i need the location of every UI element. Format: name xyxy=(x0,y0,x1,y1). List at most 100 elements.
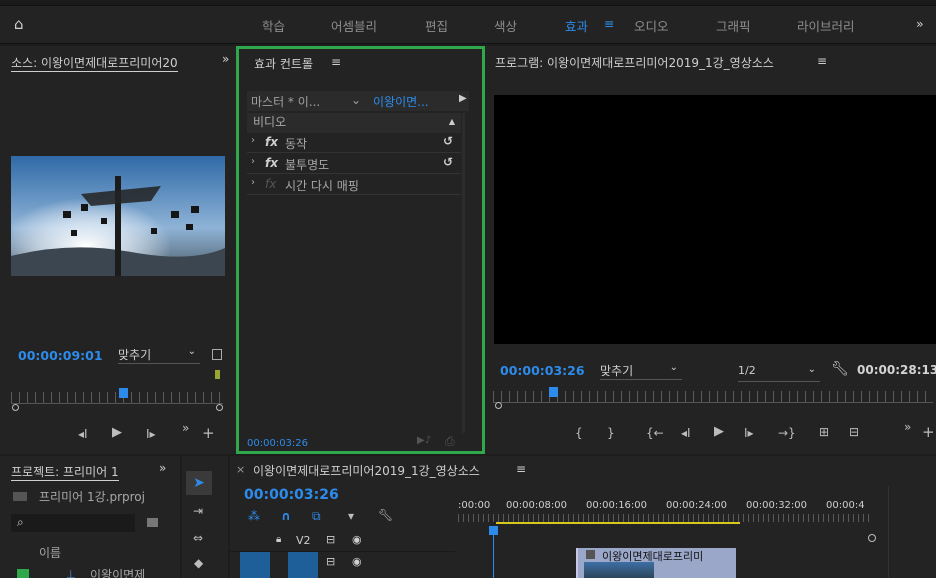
tab-effects[interactable]: 효과 xyxy=(565,16,588,35)
effect-row[interactable]: › fx 동작 ↺ xyxy=(247,133,461,153)
new-bin-icon[interactable] xyxy=(147,518,158,527)
section-video: 비디오 ▲ xyxy=(247,113,461,133)
source-zoom-handle-right[interactable] xyxy=(216,404,223,411)
step-forward-icon[interactable]: I▸ xyxy=(744,427,754,439)
step-back-icon[interactable]: ◂I xyxy=(681,427,691,439)
extract-icon[interactable]: ⊟ xyxy=(849,426,859,438)
project-item-name[interactable]: 이왕이면제 xyxy=(90,566,145,578)
program-title[interactable]: 프로그램: 이왕이면제대로프리미어2019_1강_영상소스 xyxy=(495,54,774,71)
more-controls-icon[interactable]: » xyxy=(182,422,189,434)
sync-lock-icon[interactable]: ⊟ xyxy=(326,555,335,568)
play-audio-icon[interactable]: ▶♪ xyxy=(417,436,431,446)
tab-libraries[interactable]: 라이브러리 xyxy=(797,16,855,35)
effect-controls-scrollbar[interactable] xyxy=(462,113,465,433)
add-button-icon[interactable]: + xyxy=(202,426,215,441)
collapse-up-icon[interactable]: ▲ xyxy=(449,117,455,126)
workspace-menu-icon[interactable]: ≡ xyxy=(604,16,614,31)
section-video-label: 비디오 xyxy=(253,115,287,129)
effect-controls-timecode[interactable]: 00:00:03:26 xyxy=(247,438,308,449)
timeline-zoom-handle[interactable] xyxy=(868,534,876,542)
mark-in-icon[interactable]: { xyxy=(575,427,583,439)
source-zoom-handle-left[interactable] xyxy=(12,404,19,411)
lock-icon[interactable]: 🔒︎ xyxy=(276,534,281,545)
source-timecode[interactable]: 00:00:09:01 xyxy=(18,348,103,363)
project-title[interactable]: 프로젝트: 프리미어 1 xyxy=(11,463,119,481)
tab-assembly[interactable]: 어셈블리 xyxy=(331,16,377,35)
timeline-scrollbar-track[interactable] xyxy=(888,486,936,578)
program-zoom-handle[interactable] xyxy=(495,402,502,409)
name-column-header[interactable]: 이름 xyxy=(39,544,61,561)
work-area-bar[interactable] xyxy=(496,522,740,524)
project-more-icon[interactable]: » xyxy=(159,461,166,475)
lift-icon[interactable]: ⊞ xyxy=(819,426,829,438)
add-marker-icon[interactable]: ▾ xyxy=(348,510,354,522)
tab-color[interactable]: 색상 xyxy=(494,16,517,35)
source-fit-select[interactable]: 맞추기 ⌄ xyxy=(118,346,200,364)
razor-tool-icon[interactable]: ◆ xyxy=(194,557,203,569)
export-icon[interactable]: ⎙ xyxy=(445,435,455,447)
ripple-edit-tool-icon[interactable]: ⇔ xyxy=(193,532,203,544)
program-quality-select[interactable]: 1/2 ⌄ xyxy=(738,364,820,382)
master-clip-label[interactable]: 마스터 * 이... xyxy=(251,93,320,113)
sequence-clip-label[interactable]: 이왕이면... xyxy=(373,93,429,113)
tab-edit[interactable]: 편집 xyxy=(425,16,448,35)
chevron-right-icon[interactable]: › xyxy=(251,156,255,167)
wrench-icon[interactable]: 🔧︎ xyxy=(378,509,393,521)
effect-row[interactable]: › fx 시간 다시 매핑 xyxy=(247,175,461,195)
more-workspaces-icon[interactable]: » xyxy=(916,16,924,31)
track-source-v1[interactable] xyxy=(288,552,318,578)
eye-icon[interactable]: ◉ xyxy=(352,555,362,568)
chevron-down-icon: ⌄ xyxy=(187,346,196,357)
chevron-down-icon[interactable]: ⌄ xyxy=(351,93,361,113)
chevron-right-icon[interactable]: › xyxy=(251,135,255,146)
timeline-title[interactable]: 이왕이면제대로프리미어2019_1강_영상소스 xyxy=(253,462,480,479)
reset-icon[interactable]: ↺ xyxy=(443,134,453,148)
play-icon[interactable]: ▶ xyxy=(714,425,724,438)
mark-out-icon[interactable]: } xyxy=(607,427,615,439)
go-to-in-icon[interactable]: {← xyxy=(646,427,664,439)
source-title[interactable]: 소스: 이왕이면제대로프리미어20 xyxy=(11,54,178,72)
panel-menu-icon[interactable]: ≡ xyxy=(817,54,827,68)
program-playhead[interactable] xyxy=(549,387,558,397)
tab-learning[interactable]: 학습 xyxy=(262,16,285,35)
go-to-out-icon[interactable]: →} xyxy=(778,427,796,439)
program-timecode[interactable]: 00:00:03:26 xyxy=(500,363,585,378)
close-icon[interactable]: × xyxy=(236,463,245,476)
eye-icon[interactable]: ◉ xyxy=(352,533,362,546)
home-icon[interactable]: ⌂ xyxy=(14,17,24,32)
settings-icon[interactable] xyxy=(212,349,222,360)
timeline-ruler[interactable]: :00:00 00:00:08:00 00:00:16:00 00:00:24:… xyxy=(458,484,870,524)
effect-controls-title[interactable]: 효과 컨트롤 xyxy=(254,55,313,72)
track-select-tool-icon[interactable]: ⇥ xyxy=(193,505,203,517)
play-icon[interactable]: ▶ xyxy=(112,426,122,439)
video-clip[interactable]: 이왕이면제대로프리미 xyxy=(576,548,736,578)
program-timeline-ruler[interactable] xyxy=(493,391,933,403)
expand-right-icon[interactable]: ▶ xyxy=(459,93,467,113)
snap-icon[interactable]: ∩ xyxy=(281,510,291,522)
sync-lock-icon[interactable]: ⊟ xyxy=(326,533,335,546)
wrench-icon[interactable]: 🔧︎ xyxy=(831,362,849,376)
linked-selection-icon[interactable]: ⧉ xyxy=(312,510,321,522)
add-button-icon[interactable]: + xyxy=(922,425,935,440)
selection-tool-icon[interactable]: ➤ xyxy=(186,471,212,495)
source-timeline-ruler[interactable] xyxy=(11,392,223,404)
project-search-input[interactable]: ⌕ xyxy=(11,514,135,532)
tab-audio[interactable]: 오디오 xyxy=(634,16,669,35)
effect-row[interactable]: › fx 불투명도 ↺ xyxy=(247,154,461,174)
reset-icon[interactable]: ↺ xyxy=(443,155,453,169)
step-forward-icon[interactable]: I▸ xyxy=(146,428,156,440)
tab-graphics[interactable]: 그래픽 xyxy=(716,16,751,35)
panel-menu-icon[interactable]: ≡ xyxy=(331,55,341,69)
track-target-v1[interactable] xyxy=(240,552,270,578)
effect-time-remap-label: 시간 다시 매핑 xyxy=(285,179,359,193)
fx-icon: fx xyxy=(265,177,277,191)
chevron-right-icon[interactable]: › xyxy=(251,177,255,188)
panel-menu-icon[interactable]: ≡ xyxy=(516,462,526,476)
step-back-icon[interactable]: ◂I xyxy=(78,428,88,440)
source-more-icon[interactable]: » xyxy=(222,52,229,66)
source-playhead[interactable] xyxy=(119,388,128,398)
program-fit-select[interactable]: 맞추기 ⌄ xyxy=(600,362,682,380)
timeline-timecode[interactable]: 00:00:03:26 xyxy=(244,487,339,503)
more-controls-icon[interactable]: » xyxy=(904,421,911,433)
nest-icon[interactable]: ⁂ xyxy=(248,510,260,522)
